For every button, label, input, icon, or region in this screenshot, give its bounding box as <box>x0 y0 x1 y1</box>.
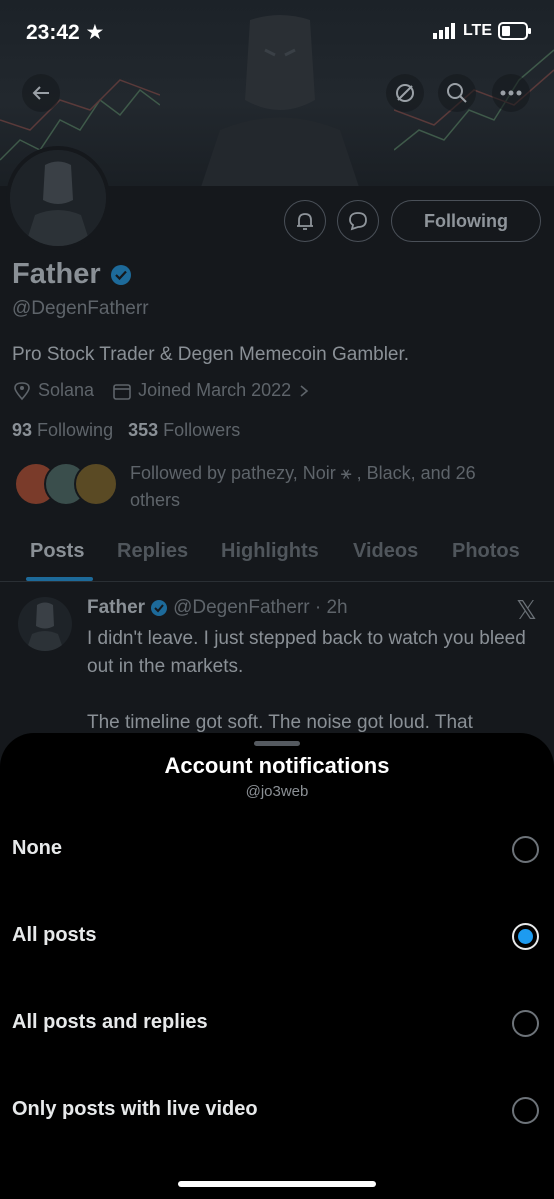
profile-bio: Pro Stock Trader & Degen Memecoin Gamble… <box>12 344 410 365</box>
followed-by-text[interactable]: Followed by pathezy, Noir ⚹ , Black, and… <box>130 460 530 514</box>
status-bar: 23:42 ★ LTE <box>0 0 554 66</box>
option-none[interactable]: None <box>0 815 554 885</box>
verified-badge-icon <box>110 264 131 285</box>
post-item[interactable]: Father @DegenFatherr · 2h 𝕏 I didn't lea… <box>0 583 554 743</box>
profile-joined: Joined March 2022 <box>138 380 292 400</box>
profile-handle: @DegenFatherr <box>12 298 149 319</box>
sheet-title: Account notifications <box>164 753 390 778</box>
followers-label[interactable]: Followers <box>163 420 240 440</box>
more-dots-icon <box>500 90 522 96</box>
status-time-text: 23:42 <box>26 21 80 44</box>
grok-icon <box>396 84 414 102</box>
option-live-video[interactable]: Only posts with live video <box>0 1076 554 1146</box>
tab-photos[interactable]: Photos <box>452 540 520 563</box>
tab-posts[interactable]: Posts <box>30 540 84 563</box>
sheet-grabber[interactable] <box>254 741 300 746</box>
chevron-right-icon <box>300 384 309 397</box>
more-button[interactable] <box>492 74 530 112</box>
profile-name: Father <box>12 258 133 291</box>
location-pin-icon <box>14 381 30 400</box>
profile-stats: 93 Following 353 Followers <box>12 420 240 441</box>
option-label: All posts and replies <box>12 1011 208 1033</box>
verified-badge-icon <box>151 600 168 616</box>
status-right: LTE <box>432 22 532 40</box>
post-avatar[interactable] <box>18 597 72 651</box>
followed-by-avatars[interactable] <box>14 462 118 506</box>
notifications-bell-button[interactable] <box>284 200 326 242</box>
post-text-line1: I didn't leave. I just stepped back to w… <box>87 628 526 677</box>
post-author: Father <box>87 597 146 618</box>
back-button[interactable] <box>22 74 60 112</box>
back-arrow-icon <box>32 86 49 100</box>
profile-location: Solana <box>38 380 95 400</box>
signal-icon <box>432 23 455 39</box>
tab-highlights[interactable]: Highlights <box>221 540 319 563</box>
sheet-subtitle: @jo3web <box>245 783 309 800</box>
post-avatar-image <box>26 602 64 651</box>
message-bubble-icon <box>349 212 367 231</box>
profile-name-text: Father <box>12 258 101 290</box>
search-button[interactable] <box>438 74 476 112</box>
radio-button[interactable] <box>512 1097 539 1124</box>
tab-replies[interactable]: Replies <box>117 540 188 563</box>
radio-button[interactable] <box>512 1010 539 1037</box>
grok-button[interactable] <box>386 74 424 112</box>
option-all-posts[interactable]: All posts <box>0 902 554 972</box>
profile-meta: Solana Joined March 2022 <box>12 380 311 401</box>
followers-count[interactable]: 353 <box>128 420 158 440</box>
option-label: Only posts with live video <box>12 1098 258 1120</box>
x-logo-icon: 𝕏 <box>516 595 537 625</box>
following-button[interactable]: Following <box>391 200 541 242</box>
following-count[interactable]: 93 <box>12 420 32 440</box>
post-header: Father @DegenFatherr · 2h <box>87 597 348 619</box>
option-label: All posts <box>12 924 97 946</box>
post-text: I didn't leave. I just stepped back to w… <box>87 625 532 737</box>
message-button[interactable] <box>337 200 379 242</box>
profile-tabs: Posts Replies Highlights Videos Photos <box>0 530 554 582</box>
post-handle-time: @DegenFatherr · 2h <box>173 597 348 618</box>
calendar-icon <box>113 383 131 400</box>
status-time: 23:42 ★ <box>26 21 105 44</box>
tab-videos[interactable]: Videos <box>353 540 418 563</box>
following-label[interactable]: Following <box>37 420 113 440</box>
active-tab-indicator <box>26 577 93 581</box>
search-icon <box>447 83 467 103</box>
radio-button[interactable] <box>512 836 539 863</box>
avatar-figure-image <box>10 150 106 246</box>
option-all-posts-and-replies[interactable]: All posts and replies <box>0 989 554 1059</box>
follower-avatar <box>74 462 118 506</box>
home-indicator[interactable] <box>178 1181 376 1187</box>
battery-icon <box>498 22 531 40</box>
account-notifications-sheet: Account notifications @jo3web None All p… <box>0 733 554 1199</box>
network-label: LTE <box>462 22 492 39</box>
profile-avatar[interactable] <box>6 146 110 250</box>
bell-icon <box>297 213 313 230</box>
option-label: None <box>12 837 62 859</box>
radio-button-selected[interactable] <box>512 923 539 950</box>
